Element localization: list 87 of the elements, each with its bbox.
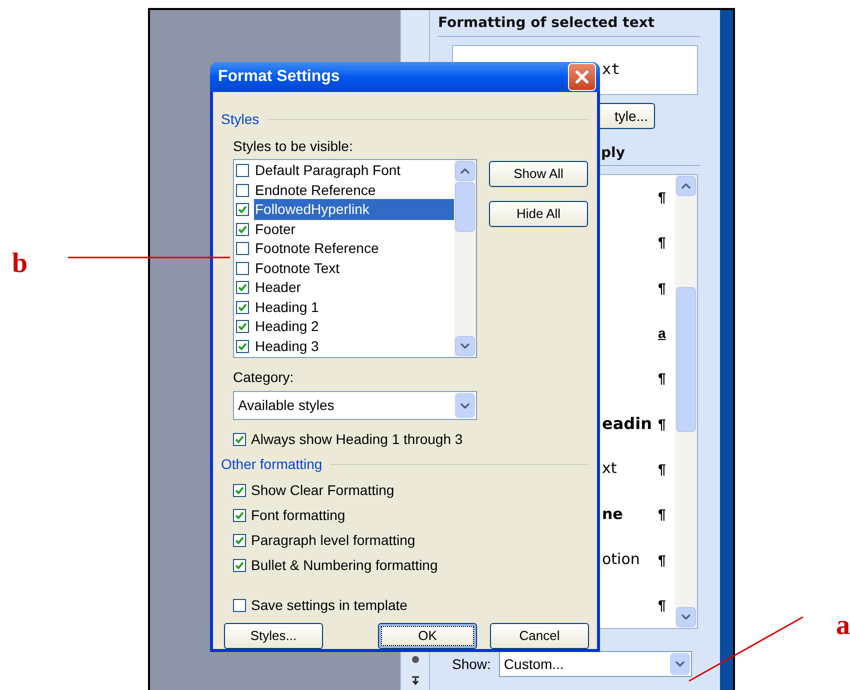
annotation-label: a bbox=[836, 612, 850, 640]
check-icon bbox=[235, 510, 244, 520]
checkbox[interactable] bbox=[233, 598, 246, 612]
checkbox[interactable] bbox=[233, 433, 246, 446]
check-icon bbox=[238, 342, 247, 351]
list-item[interactable]: Heading 1 bbox=[254, 296, 454, 318]
section-heading: Formatting of selected text bbox=[438, 15, 655, 31]
window-title: Format Settings bbox=[218, 67, 341, 87]
circle-icon[interactable] bbox=[410, 655, 420, 664]
paragraph-mark: ¶ bbox=[658, 188, 666, 208]
list-item[interactable]: Footer bbox=[254, 218, 454, 240]
paragraph-mark: ¶ bbox=[658, 460, 666, 479]
paragraph-mark: ¶ bbox=[658, 278, 666, 298]
check-icon bbox=[235, 560, 244, 570]
checkbox[interactable] bbox=[236, 340, 249, 353]
category-dropdown[interactable]: Available styles bbox=[233, 391, 477, 420]
group-label: Other formatting bbox=[221, 455, 322, 474]
character-style-mark: a bbox=[658, 324, 666, 344]
dropdown-button[interactable] bbox=[455, 393, 475, 418]
checkbox[interactable] bbox=[236, 164, 249, 178]
scroll-up-button[interactable] bbox=[455, 161, 475, 181]
scroll-down-button[interactable] bbox=[676, 607, 696, 627]
list-item[interactable]: Default Paragraph Font bbox=[254, 160, 454, 182]
checkbox-label: Bullet & Numbering formatting bbox=[251, 556, 438, 575]
list-button[interactable]: Show All bbox=[489, 161, 588, 187]
show-dropdown[interactable]: Custom... bbox=[498, 651, 692, 677]
checkbox[interactable] bbox=[236, 300, 249, 314]
scrollbar[interactable] bbox=[675, 175, 697, 628]
list-button[interactable]: Hide All bbox=[489, 201, 588, 227]
dialog-button[interactable]: Cancel bbox=[490, 623, 589, 649]
style-name[interactable]: ne bbox=[602, 504, 623, 523]
dialog-button[interactable]: Styles... bbox=[224, 623, 323, 649]
paragraph-mark: ¶ bbox=[658, 596, 666, 615]
checkbox-label: Font formatting bbox=[251, 506, 346, 525]
paragraph-mark: ¶ bbox=[658, 369, 666, 388]
list-item[interactable]: Footnote Text bbox=[254, 258, 454, 279]
scroll-up-button[interactable] bbox=[676, 176, 696, 196]
paragraph-mark: ¶ bbox=[658, 233, 666, 252]
checkbox-label: Save settings in template bbox=[251, 596, 408, 615]
checkbox-label: Show Clear Formatting bbox=[251, 480, 394, 500]
list-label: Styles to be visible: bbox=[233, 137, 354, 156]
list-item[interactable]: Endnote Reference bbox=[254, 180, 454, 201]
scroll-down-button[interactable] bbox=[455, 336, 475, 356]
scroll-thumb[interactable] bbox=[455, 182, 475, 232]
check-icon bbox=[238, 205, 247, 214]
list-item[interactable]: FollowedHyperlink bbox=[254, 199, 454, 220]
list-item[interactable]: Heading 2 bbox=[254, 316, 454, 338]
list-item[interactable]: Footnote Reference bbox=[254, 238, 454, 260]
paragraph-mark: ¶ bbox=[658, 414, 666, 434]
check-icon bbox=[238, 224, 247, 234]
checkbox[interactable] bbox=[236, 203, 249, 216]
show-label: Show: bbox=[452, 654, 491, 674]
paragraph-mark: ¶ bbox=[658, 505, 666, 524]
check-icon bbox=[235, 536, 244, 544]
check-icon bbox=[235, 435, 244, 444]
checkbox[interactable] bbox=[233, 534, 246, 546]
checkbox[interactable] bbox=[233, 508, 246, 522]
scrollbar[interactable] bbox=[454, 160, 476, 357]
section-heading: ply bbox=[601, 145, 625, 161]
close-button[interactable] bbox=[568, 63, 596, 91]
list-item[interactable]: Header bbox=[254, 277, 454, 298]
style-name[interactable]: eadin bbox=[602, 414, 652, 433]
paragraph-mark: ¶ bbox=[658, 550, 666, 570]
dropdown-button[interactable] bbox=[670, 653, 690, 675]
group-label: Styles bbox=[221, 110, 260, 129]
style-name[interactable]: otion bbox=[602, 550, 640, 568]
checkbox[interactable] bbox=[236, 184, 249, 197]
checkbox[interactable] bbox=[236, 320, 249, 334]
checkbox[interactable] bbox=[233, 484, 246, 496]
checkbox[interactable] bbox=[236, 281, 249, 294]
checkbox-label: Paragraph level formatting bbox=[251, 530, 416, 550]
preview-text: xt bbox=[602, 59, 620, 80]
check-icon bbox=[238, 283, 247, 292]
category-label: Category: bbox=[233, 368, 295, 387]
checkbox[interactable] bbox=[236, 222, 249, 236]
checkbox[interactable] bbox=[233, 558, 246, 572]
dialog-button[interactable]: OK bbox=[378, 623, 477, 649]
style-name[interactable]: xt bbox=[602, 459, 617, 478]
checkbox[interactable] bbox=[236, 242, 249, 256]
check-icon bbox=[235, 486, 244, 494]
checkbox[interactable] bbox=[236, 262, 249, 275]
check-icon bbox=[238, 322, 247, 332]
list-item[interactable]: Heading 3 bbox=[254, 336, 454, 357]
checkbox-label: Always show Heading 1 through 3 bbox=[251, 430, 463, 449]
scroll-thumb[interactable] bbox=[676, 287, 696, 432]
annotation-label: b bbox=[12, 250, 28, 278]
check-icon bbox=[238, 302, 247, 312]
